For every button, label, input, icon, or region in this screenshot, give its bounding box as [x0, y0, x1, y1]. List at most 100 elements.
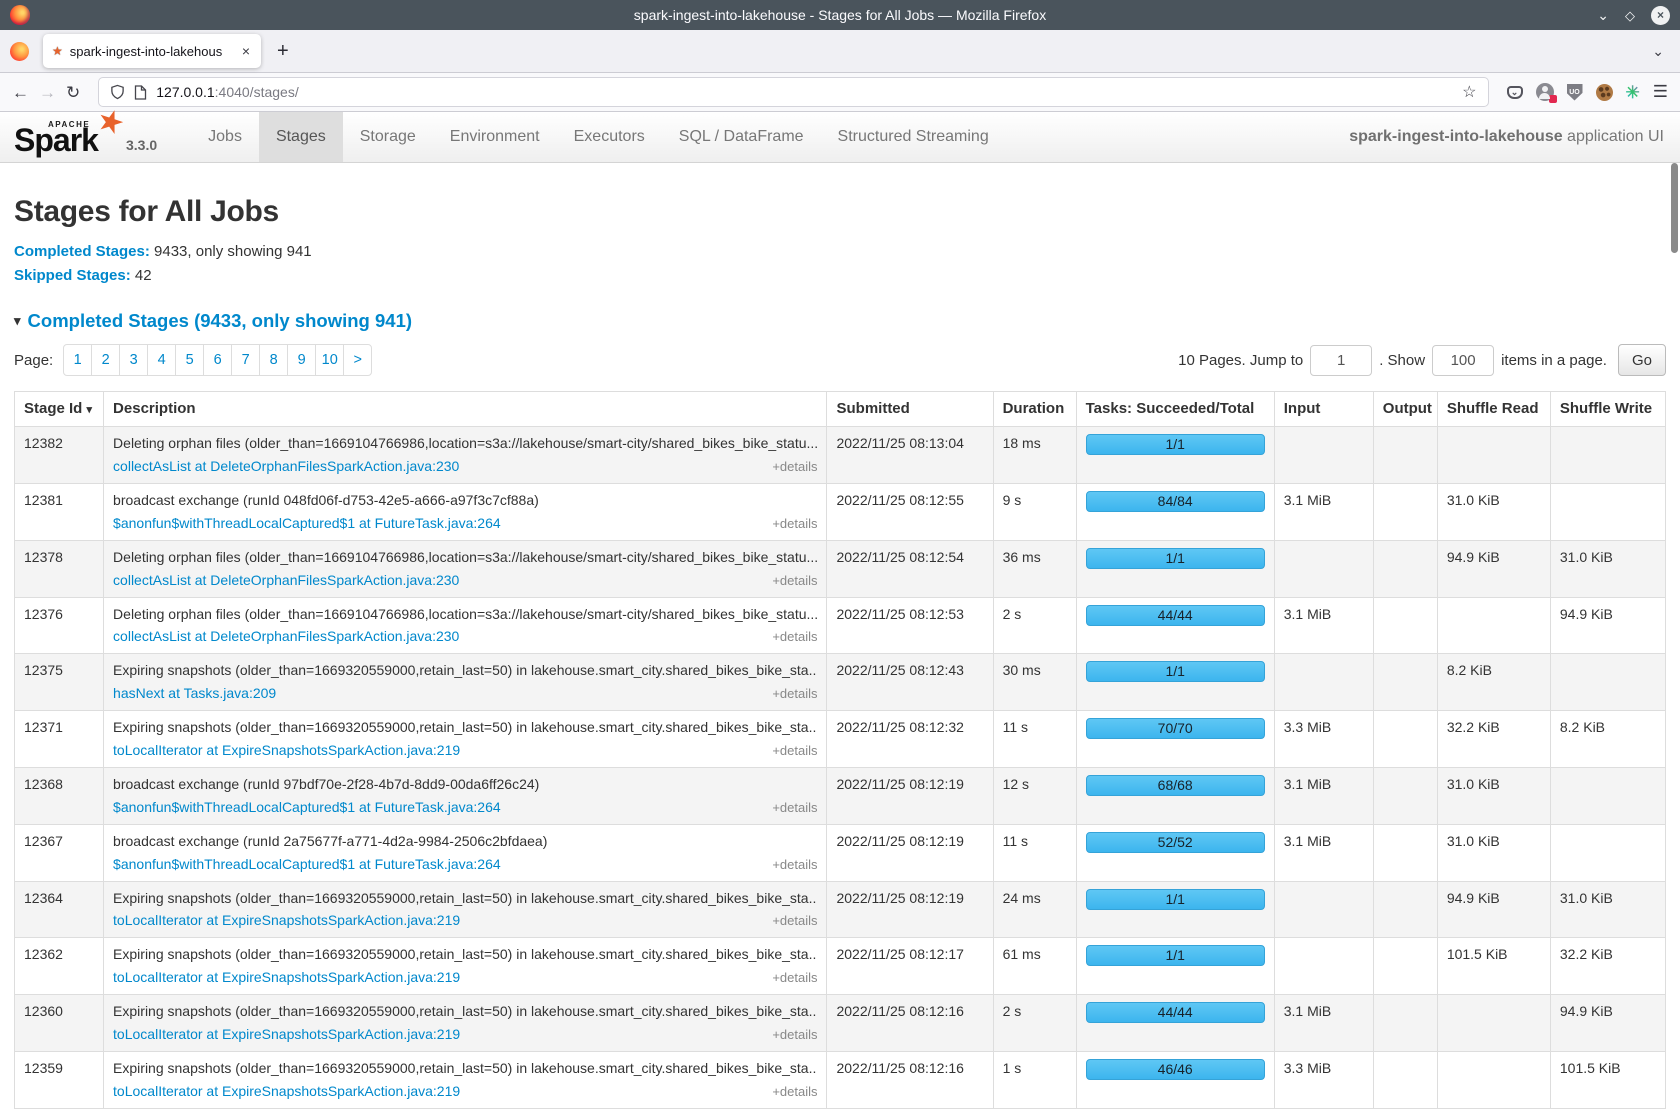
completed-stages-link[interactable]: Completed Stages:	[14, 243, 150, 260]
submitted-cell: 2022/11/25 08:12:54	[827, 540, 993, 597]
next-page-button[interactable]: >	[343, 344, 372, 376]
column-header-output[interactable]: Output	[1373, 392, 1437, 427]
details-toggle[interactable]: +details	[772, 742, 817, 760]
stage-id-cell: 12382	[15, 427, 104, 484]
stage-description: Deleting orphan files (older_than=166910…	[113, 434, 817, 453]
nav-item-sql-dataframe[interactable]: SQL / DataFrame	[662, 112, 821, 162]
tab-close-icon[interactable]: ×	[240, 43, 252, 59]
column-header-tasks[interactable]: Tasks: Succeeded/Total	[1076, 392, 1274, 427]
column-header-description[interactable]: Description	[104, 392, 827, 427]
stage-detail-link[interactable]: toLocalIterator at ExpireSnapshotsSparkA…	[113, 741, 460, 760]
browser-tab[interactable]: ★ spark-ingest-into-lakehous ×	[43, 34, 261, 68]
page-label: Page:	[14, 352, 53, 369]
stage-detail-link[interactable]: toLocalIterator at ExpireSnapshotsSparkA…	[113, 1025, 460, 1044]
stage-detail-link[interactable]: toLocalIterator at ExpireSnapshotsSparkA…	[113, 968, 460, 987]
details-toggle[interactable]: +details	[772, 969, 817, 987]
bookmark-star-icon[interactable]: ☆	[1462, 82, 1476, 102]
profile-icon[interactable]	[1536, 83, 1554, 101]
minimize-button[interactable]: ⌄	[1597, 8, 1609, 22]
column-header-duration[interactable]: Duration	[993, 392, 1076, 427]
nav-item-environment[interactable]: Environment	[433, 112, 557, 162]
page-button-7[interactable]: 7	[231, 344, 260, 376]
shield-icon[interactable]	[110, 84, 125, 100]
skipped-stages-link[interactable]: Skipped Stages:	[14, 267, 131, 284]
page-button-2[interactable]: 2	[91, 344, 120, 376]
maximize-button[interactable]: ◇	[1625, 9, 1635, 22]
details-toggle[interactable]: +details	[772, 628, 817, 646]
column-header-input[interactable]: Input	[1274, 392, 1373, 427]
stage-id-cell: 12371	[15, 711, 104, 768]
task-progress-bar: 52/52	[1086, 832, 1265, 853]
page-button-3[interactable]: 3	[119, 344, 148, 376]
stage-detail-link[interactable]: $anonfun$withThreadLocalCaptured$1 at Fu…	[113, 514, 501, 533]
input-cell	[1274, 938, 1373, 995]
stage-detail-link[interactable]: toLocalIterator at ExpireSnapshotsSparkA…	[113, 911, 460, 930]
table-row: 12381 broadcast exchange (runId 048fd06f…	[15, 484, 1666, 541]
details-toggle[interactable]: +details	[772, 1083, 817, 1101]
scrollbar-thumb[interactable]	[1671, 163, 1678, 253]
details-toggle[interactable]: +details	[772, 1026, 817, 1044]
extension-asterisk-icon[interactable]: ✳	[1626, 84, 1640, 101]
details-toggle[interactable]: +details	[772, 458, 817, 476]
stage-detail-link[interactable]: collectAsList at DeleteOrphanFilesSparkA…	[113, 457, 459, 476]
reload-button[interactable]: ↻	[66, 84, 80, 101]
details-toggle[interactable]: +details	[772, 572, 817, 590]
nav-item-storage[interactable]: Storage	[343, 112, 433, 162]
new-tab-button[interactable]: +	[269, 40, 297, 63]
items-per-page-input[interactable]	[1432, 345, 1494, 376]
description-cell: broadcast exchange (runId 2a75677f-a771-…	[104, 824, 827, 881]
stage-detail-link[interactable]: $anonfun$withThreadLocalCaptured$1 at Fu…	[113, 855, 501, 874]
page-button-4[interactable]: 4	[147, 344, 176, 376]
stage-detail-link[interactable]: collectAsList at DeleteOrphanFilesSparkA…	[113, 627, 459, 646]
nav-item-jobs[interactable]: Jobs	[191, 112, 259, 162]
duration-cell: 12 s	[993, 767, 1076, 824]
jump-to-page-input[interactable]	[1310, 345, 1372, 376]
output-cell	[1373, 484, 1437, 541]
input-cell	[1274, 881, 1373, 938]
stage-id-cell: 12368	[15, 767, 104, 824]
table-row: 12382 Deleting orphan files (older_than=…	[15, 427, 1666, 484]
page-button-5[interactable]: 5	[175, 344, 204, 376]
stage-detail-link[interactable]: collectAsList at DeleteOrphanFilesSparkA…	[113, 571, 459, 590]
pocket-icon[interactable]: ⌄	[1507, 86, 1523, 99]
submitted-cell: 2022/11/25 08:12:16	[827, 995, 993, 1052]
description-cell: Expiring snapshots (older_than=166932055…	[104, 654, 827, 711]
stage-detail-link[interactable]: $anonfun$withThreadLocalCaptured$1 at Fu…	[113, 798, 501, 817]
nav-item-executors[interactable]: Executors	[557, 112, 662, 162]
stage-detail-link[interactable]: hasNext at Tasks.java:209	[113, 684, 276, 703]
details-toggle[interactable]: +details	[772, 912, 817, 930]
page-button-6[interactable]: 6	[203, 344, 232, 376]
menu-icon[interactable]: ☰	[1653, 82, 1668, 102]
firefox-view-icon[interactable]	[10, 42, 29, 61]
cookie-extension-icon[interactable]	[1596, 84, 1613, 101]
column-header-shuffle-write[interactable]: Shuffle Write	[1550, 392, 1665, 427]
url-bar[interactable]: 127.0.0.1:4040/stages/ ☆	[98, 77, 1488, 107]
nav-item-stages[interactable]: Stages	[259, 112, 343, 162]
completed-stages-section-toggle[interactable]: ▾Completed Stages (9433, only showing 94…	[14, 310, 1666, 332]
close-button[interactable]: ×	[1651, 6, 1670, 25]
spark-logo[interactable]: APACHE Spark ★	[14, 113, 118, 159]
details-toggle[interactable]: +details	[772, 515, 817, 533]
ublock-shield-icon[interactable]: UO	[1567, 84, 1583, 101]
description-cell: Expiring snapshots (older_than=166932055…	[104, 995, 827, 1052]
details-toggle[interactable]: +details	[772, 799, 817, 817]
nav-item-structured-streaming[interactable]: Structured Streaming	[821, 112, 1006, 162]
stage-description: Expiring snapshots (older_than=166932055…	[113, 661, 817, 680]
details-toggle[interactable]: +details	[772, 685, 817, 703]
page-info-icon[interactable]	[134, 85, 147, 100]
page-button-10[interactable]: 10	[315, 344, 344, 376]
column-header-shuffle-read[interactable]: Shuffle Read	[1437, 392, 1550, 427]
stage-id-cell: 12364	[15, 881, 104, 938]
page-button-9[interactable]: 9	[287, 344, 316, 376]
input-cell	[1274, 540, 1373, 597]
page-button-8[interactable]: 8	[259, 344, 288, 376]
column-header-submitted[interactable]: Submitted	[827, 392, 993, 427]
stage-detail-link[interactable]: toLocalIterator at ExpireSnapshotsSparkA…	[113, 1082, 460, 1101]
details-toggle[interactable]: +details	[772, 856, 817, 874]
list-all-tabs-icon[interactable]: ⌄	[1652, 43, 1670, 60]
column-header-stage-id[interactable]: Stage Id ▾	[15, 392, 104, 427]
back-button[interactable]: ←	[12, 84, 29, 101]
page-button-1[interactable]: 1	[63, 344, 92, 376]
go-button[interactable]: Go	[1618, 344, 1666, 376]
submitted-cell: 2022/11/25 08:12:55	[827, 484, 993, 541]
